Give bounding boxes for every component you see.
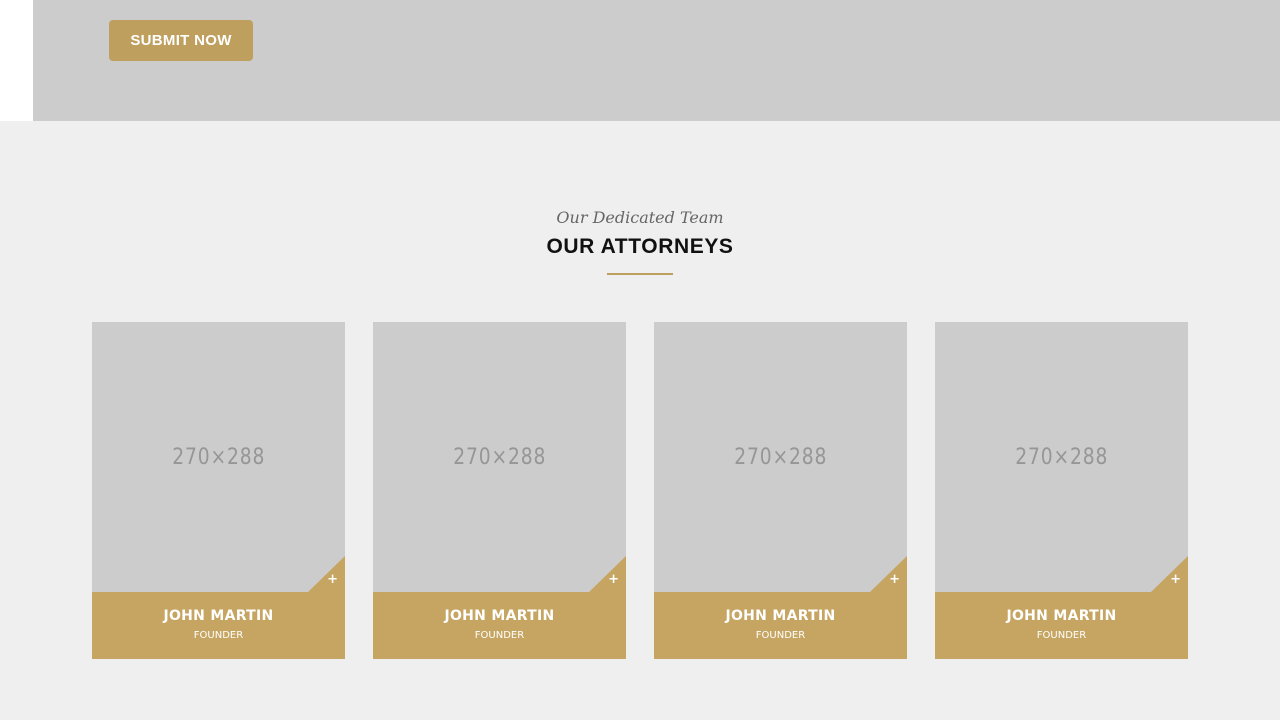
attorney-photo-placeholder: 270×288 — [92, 322, 345, 592]
plus-icon[interactable]: + — [889, 573, 900, 586]
attorney-card[interactable]: 270×288 + JOHN MARTIN FOUNDER — [935, 322, 1188, 659]
attorney-name-bar: JOHN MARTIN FOUNDER — [935, 592, 1188, 659]
plus-icon[interactable]: + — [1170, 573, 1181, 586]
photo-placeholder-label: 270×288 — [733, 444, 827, 470]
attorney-photo-placeholder: 270×288 — [654, 322, 907, 592]
contact-form-section: SUBMIT NOW — [0, 0, 1280, 121]
plus-icon[interactable]: + — [327, 573, 338, 586]
plus-icon[interactable]: + — [608, 573, 619, 586]
attorney-name-bar: JOHN MARTIN FOUNDER — [92, 592, 345, 659]
attorney-card[interactable]: 270×288 + JOHN MARTIN FOUNDER — [654, 322, 907, 659]
attorney-card[interactable]: 270×288 + JOHN MARTIN FOUNDER — [373, 322, 626, 659]
photo-placeholder-label: 270×288 — [171, 444, 265, 470]
attorney-name[interactable]: JOHN MARTIN — [92, 608, 345, 624]
photo-placeholder-label: 270×288 — [1014, 444, 1108, 470]
submit-now-button[interactable]: SUBMIT NOW — [109, 20, 253, 61]
title-divider — [607, 273, 673, 275]
attorney-name[interactable]: JOHN MARTIN — [654, 608, 907, 624]
section-title: OUR ATTORNEYS — [546, 235, 734, 258]
attorney-name[interactable]: JOHN MARTIN — [935, 608, 1188, 624]
attorney-name[interactable]: JOHN MARTIN — [373, 608, 626, 624]
section-subtitle: Our Dedicated Team — [556, 208, 724, 227]
attorney-photo-placeholder: 270×288 — [373, 322, 626, 592]
attorney-role: FOUNDER — [755, 630, 806, 641]
attorney-photo-placeholder: 270×288 — [935, 322, 1188, 592]
photo-placeholder-label: 270×288 — [452, 444, 546, 470]
attorney-role: FOUNDER — [193, 630, 244, 641]
attorney-name-bar: JOHN MARTIN FOUNDER — [373, 592, 626, 659]
attorney-role: FOUNDER — [1036, 630, 1087, 641]
attorney-card[interactable]: 270×288 + JOHN MARTIN FOUNDER — [92, 322, 345, 659]
attorney-name-bar: JOHN MARTIN FOUNDER — [654, 592, 907, 659]
attorney-role: FOUNDER — [474, 630, 525, 641]
